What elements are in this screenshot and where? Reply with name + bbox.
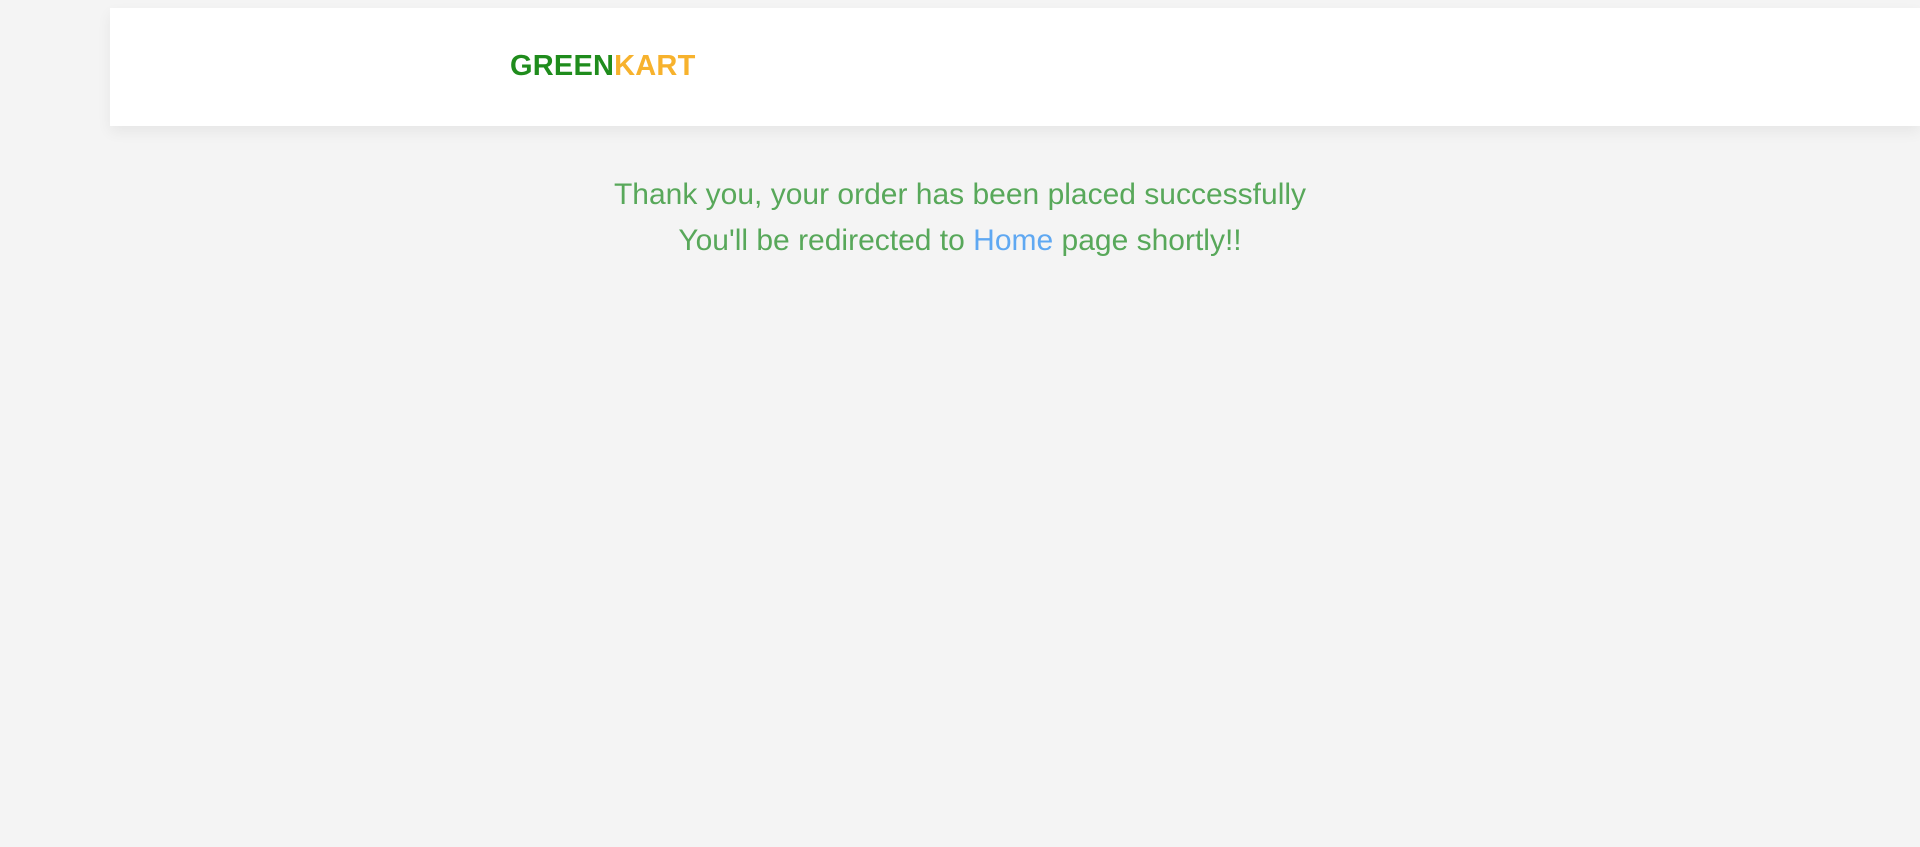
brand-logo[interactable]: GREENKART xyxy=(510,52,695,81)
page: GREENKART Thank you, your order has been… xyxy=(0,0,1920,847)
order-success-text: Thank you, your order has been placed su… xyxy=(613,178,1307,211)
home-link[interactable]: Home xyxy=(973,224,1053,257)
brand-logo-green-text: GREEN xyxy=(510,50,615,82)
brand-logo-kart-text: KART xyxy=(614,50,696,82)
order-confirmation-message: Thank you, your order has been placed su… xyxy=(0,172,1920,264)
redirect-prefix-text: You'll be redirected to xyxy=(678,224,974,257)
redirect-suffix-text: page shortly!! xyxy=(1053,224,1242,257)
redirect-notice: You'll be redirected to Home page shortl… xyxy=(0,218,1920,264)
top-header: GREENKART xyxy=(110,8,1920,126)
